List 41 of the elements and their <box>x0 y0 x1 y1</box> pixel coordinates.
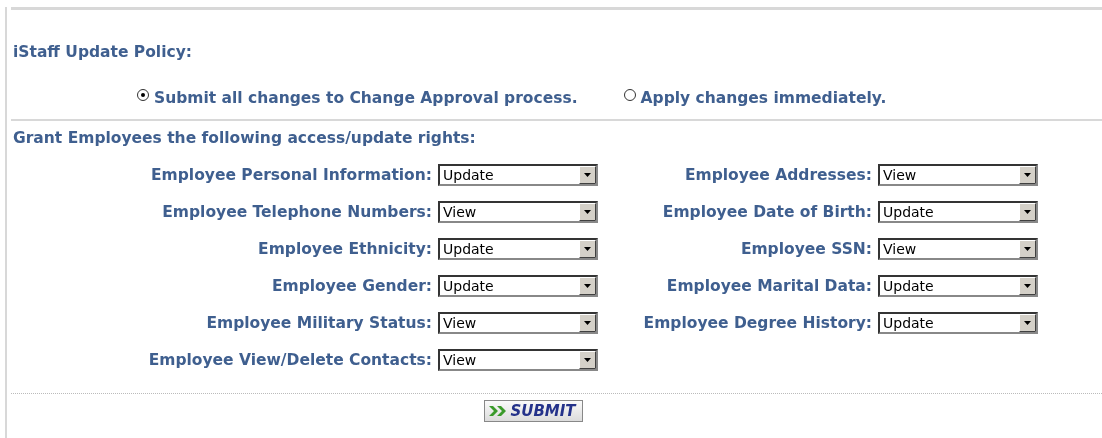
dropdown[interactable]: View <box>878 164 1038 186</box>
dropdown-arrow-icon[interactable] <box>1019 240 1036 258</box>
field-label: Employee Ethnicity: <box>257 240 432 258</box>
dropdown-arrow-icon[interactable] <box>579 166 596 184</box>
field-label: Employee View/Delete Contacts: <box>147 351 432 369</box>
dropdown-arrow-icon[interactable] <box>579 351 596 369</box>
field-label: Employee Date of Birth: <box>661 203 872 221</box>
dropdown[interactable]: Update <box>438 164 598 186</box>
dropdown-arrow-icon[interactable] <box>1019 314 1036 332</box>
field-label: Employee SSN: <box>739 240 872 258</box>
dropdown[interactable]: Update <box>438 275 598 297</box>
field-label: Employee Military Status: <box>205 314 432 332</box>
field-label: Employee Telephone Numbers: <box>161 203 432 221</box>
radio-option[interactable]: Submit all changes to Change Approval process. <box>137 89 578 107</box>
section-heading: iStaff Update Policy: <box>13 43 193 63</box>
dropdown[interactable]: View <box>438 349 598 371</box>
dropdown[interactable]: Update <box>878 201 1038 223</box>
field-label: Employee Addresses: <box>683 166 872 184</box>
section-heading: Grant Employees the following access/update rights: <box>13 129 477 149</box>
submit-button[interactable]: SUBMIT <box>484 400 583 422</box>
dropdown[interactable]: Update <box>878 275 1038 297</box>
field-label: Employee Gender: <box>270 277 432 295</box>
dropdown-arrow-icon[interactable] <box>1019 166 1036 184</box>
dropdown-arrow-icon[interactable] <box>1019 203 1036 221</box>
dropdown-arrow-icon[interactable] <box>579 203 596 221</box>
dropdown-arrow-icon[interactable] <box>579 277 596 295</box>
field-label: Employee Marital Data: <box>665 277 872 295</box>
dropdown[interactable]: View <box>438 201 598 223</box>
dropdown[interactable]: View <box>438 312 598 334</box>
double-chevron-icon <box>488 404 509 418</box>
field-label: Employee Degree History: <box>642 314 872 332</box>
dropdown-arrow-icon[interactable] <box>1019 277 1036 295</box>
radio-option[interactable]: Apply changes immediately. <box>623 89 887 107</box>
dropdown[interactable]: View <box>878 238 1038 260</box>
field-label: Employee Personal Information: <box>150 166 432 184</box>
dropdown[interactable]: Update <box>878 312 1038 334</box>
dropdown-arrow-icon[interactable] <box>579 314 596 332</box>
dropdown[interactable]: Update <box>438 238 598 260</box>
radio-button[interactable] <box>137 89 149 101</box>
radio-button[interactable] <box>623 89 636 101</box>
dropdown-arrow-icon[interactable] <box>579 240 596 258</box>
